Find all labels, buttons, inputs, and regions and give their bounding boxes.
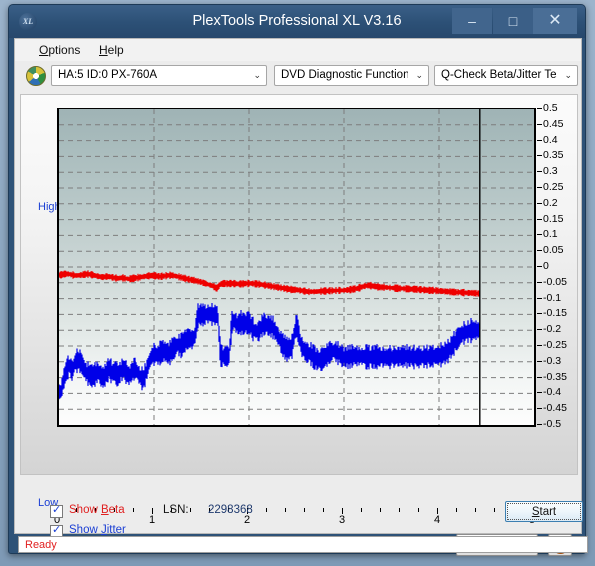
y-tick-mark: [537, 345, 542, 346]
maximize-button[interactable]: □: [493, 8, 533, 34]
y-tick-label: 0.3: [543, 165, 558, 178]
test-select-value: Q-Check Beta/Jitter Test: [441, 69, 557, 81]
drive-select[interactable]: HA:5 ID:0 PX-760A ⌄: [51, 65, 267, 86]
start-button-label: Start: [507, 503, 581, 520]
y-tick-mark: [537, 250, 542, 252]
beta-jitter-plot[interactable]: [57, 108, 536, 427]
y-tick-label: 0: [543, 260, 549, 272]
show-jitter-label[interactable]: Show Jitter: [69, 524, 126, 536]
y-tick-label: 0.5: [543, 102, 558, 114]
menu-help-rest: elp: [107, 43, 124, 57]
y-tick-label: 0.25: [543, 181, 564, 193]
y-tick-label: -0.25: [543, 339, 567, 351]
y-tick-label: 0.4: [543, 133, 558, 146]
y-tick-label: 0.2: [543, 196, 558, 209]
y-tick-mark: [537, 313, 542, 315]
menu-options-rest: ptions: [48, 43, 81, 57]
status-text: Ready: [25, 539, 57, 551]
show-beta-label[interactable]: Show Beta: [69, 504, 125, 516]
y-tick-mark: [537, 234, 542, 236]
optical-disc-icon: [26, 66, 46, 86]
y-tick-mark: [537, 139, 542, 141]
menu-item-help[interactable]: Help: [93, 42, 130, 58]
y-tick-label: 0.15: [543, 212, 564, 225]
y-tick-mark: [537, 360, 542, 362]
y-tick-label: 0.1: [543, 228, 558, 241]
y-tick-mark: [537, 297, 542, 299]
y-tick-label: -0.5: [543, 418, 562, 430]
y-tick-label: 0.45: [543, 117, 564, 130]
chevron-down-icon: ⌄: [253, 70, 261, 80]
y-tick-mark: [537, 281, 542, 283]
y-tick-label: 0.35: [543, 149, 564, 162]
y-tick-mark: [537, 329, 542, 331]
status-bar: Ready: [18, 536, 588, 553]
y-tick-label: -0.15: [543, 307, 567, 320]
y-tick-mark: [537, 187, 542, 188]
application-window: XL PlexTools Professional XL V3.16 – □ ✕…: [8, 4, 588, 556]
start-button[interactable]: Start: [505, 501, 583, 522]
chevron-down-icon: ⌄: [564, 70, 572, 80]
lsn-label: LSN:: [163, 504, 189, 516]
y-tick-mark: [537, 266, 542, 267]
y-tick-mark: [537, 392, 542, 394]
test-select[interactable]: Q-Check Beta/Jitter Test ⌄: [434, 65, 578, 86]
y-tick-mark: [537, 376, 542, 378]
y-tick-mark: [537, 171, 542, 173]
y-tick-label: 0.05: [543, 244, 564, 257]
y-tick-label: -0.2: [543, 323, 562, 336]
menu-item-options[interactable]: Options: [33, 42, 86, 58]
client-area: Options Help HA:5 ID:0 PX-760A ⌄ DVD Dia…: [14, 38, 583, 556]
plot-svg: [59, 109, 534, 425]
y-tick-mark: [537, 108, 542, 109]
y-tick-mark: [537, 202, 542, 204]
y-tick-mark: [537, 424, 542, 425]
y-tick-label: -0.05: [543, 275, 567, 288]
minimize-button[interactable]: –: [452, 8, 492, 34]
bottom-controls: Show Beta Show Jitter LSN: 2298368 Start…: [15, 476, 583, 556]
y-tick-mark: [537, 218, 542, 220]
chevron-down-icon: ⌄: [415, 70, 423, 80]
menu-bar: Options Help: [15, 39, 581, 62]
y-tick-label: -0.45: [543, 402, 567, 415]
chart-panel: High Low 0.5 0.45 0.4 0.35 0.3 0.25 0.2 0.15 0.1…: [20, 94, 578, 526]
close-button[interactable]: ✕: [533, 8, 577, 34]
y-tick-label: -0.3: [543, 354, 562, 367]
y-tick-mark: [537, 408, 542, 410]
screen: XL PlexTools Professional XL V3.16 – □ ✕…: [0, 0, 595, 566]
function-select-value: DVD Diagnostic Functions: [281, 69, 408, 81]
y-tick-label: -0.1: [543, 291, 562, 304]
y-tick-label: -0.35: [543, 370, 567, 383]
y-tick-mark: [537, 155, 542, 157]
lsn-value: 2298368: [208, 504, 253, 516]
function-select[interactable]: DVD Diagnostic Functions ⌄: [274, 65, 429, 86]
show-beta-checkbox[interactable]: [50, 503, 63, 518]
y-tick-label: -0.4: [543, 386, 562, 399]
title-bar[interactable]: XL PlexTools Professional XL V3.16 – □ ✕: [9, 5, 585, 38]
y-tick-mark: [537, 123, 542, 125]
toolbar: HA:5 ID:0 PX-760A ⌄ DVD Diagnostic Funct…: [15, 61, 581, 91]
drive-select-value: HA:5 ID:0 PX-760A: [58, 69, 158, 81]
